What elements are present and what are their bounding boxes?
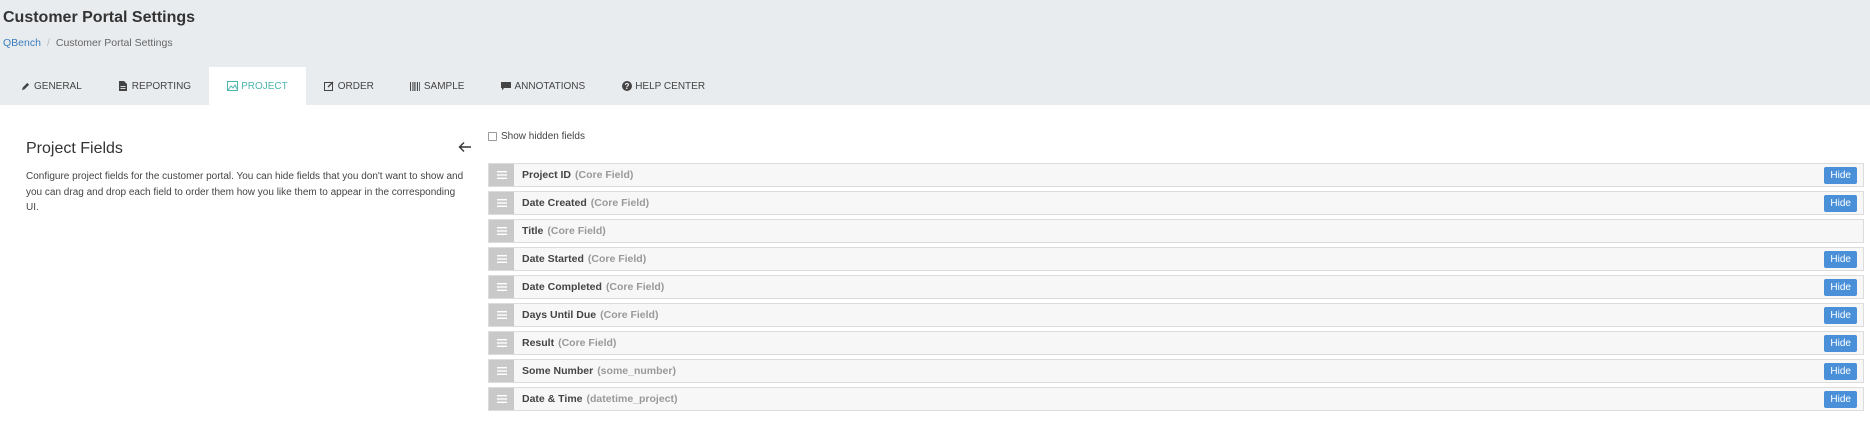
tab-project[interactable]: PROJECT bbox=[209, 67, 306, 105]
project-icon bbox=[227, 81, 239, 92]
tab-label: REPORTING bbox=[131, 80, 192, 92]
field-name: Date & Time bbox=[522, 393, 583, 405]
field-row[interactable]: Date & Time (datetime_project) Hide bbox=[488, 387, 1864, 411]
drag-handle-icon[interactable] bbox=[489, 164, 514, 186]
breadcrumb-link-qbench[interactable]: QBench bbox=[3, 37, 41, 49]
field-type: (Core Field) bbox=[558, 337, 617, 349]
page-header: Customer Portal Settings QBench / Customer… bbox=[0, 0, 1870, 105]
field-settings: Show hidden fields Project ID (Core Fiel… bbox=[488, 129, 1864, 411]
section-description: Configure project fields for the custome… bbox=[26, 171, 464, 213]
tab-sample[interactable]: SAMPLE bbox=[392, 67, 483, 105]
svg-text:?: ? bbox=[624, 82, 629, 91]
hide-button[interactable]: Hide bbox=[1824, 167, 1857, 184]
section-info: Project Fields Configure project fields … bbox=[26, 140, 466, 216]
tab-label: ORDER bbox=[337, 80, 374, 92]
field-row[interactable]: Days Until Due (Core Field) Hide bbox=[488, 303, 1864, 327]
field-name: Title bbox=[522, 225, 544, 237]
field-name: Result bbox=[522, 337, 555, 349]
field-row[interactable]: Title (Core Field) bbox=[488, 219, 1864, 243]
hide-button[interactable]: Hide bbox=[1824, 279, 1857, 296]
field-type: (Core Field) bbox=[575, 169, 634, 181]
field-name: Project ID bbox=[522, 169, 572, 181]
field-type: (Core Field) bbox=[600, 309, 659, 321]
comment-icon bbox=[500, 81, 511, 92]
field-row[interactable]: Date Started (Core Field) Hide bbox=[488, 247, 1864, 271]
tab-label: HELP CENTER bbox=[635, 80, 706, 92]
breadcrumb-separator: / bbox=[46, 37, 50, 49]
tab-general[interactable]: GENERAL bbox=[2, 67, 100, 105]
breadcrumb-current: Customer Portal Settings bbox=[55, 37, 173, 49]
breadcrumb: QBench / Customer Portal Settings bbox=[3, 37, 173, 49]
question-icon: ? bbox=[621, 81, 632, 92]
section-title: Project Fields bbox=[26, 140, 123, 157]
field-row[interactable]: Date Created (Core Field) Hide bbox=[488, 191, 1864, 215]
field-name: Days Until Due bbox=[522, 309, 597, 321]
drag-handle-icon[interactable] bbox=[489, 220, 514, 242]
hide-button[interactable]: Hide bbox=[1824, 335, 1857, 352]
field-row[interactable]: Some Number (some_number) Hide bbox=[488, 359, 1864, 383]
field-name: Date Completed bbox=[522, 281, 602, 293]
drag-handle-icon[interactable] bbox=[489, 304, 514, 326]
field-name: Date Created bbox=[522, 197, 587, 209]
field-list: Project ID (Core Field) Hide Date Create… bbox=[488, 163, 1864, 415]
document-icon bbox=[118, 81, 129, 92]
edit-icon bbox=[324, 81, 335, 92]
show-hidden-fields-label: Show hidden fields bbox=[501, 130, 585, 142]
field-row[interactable]: Result (Core Field) Hide bbox=[488, 331, 1864, 355]
drag-handle-icon[interactable] bbox=[489, 388, 514, 410]
drag-handle-icon[interactable] bbox=[489, 192, 514, 214]
field-type: (datetime_project) bbox=[586, 393, 678, 405]
tab-label: ANNOTATIONS bbox=[514, 80, 586, 92]
field-name: Some Number bbox=[522, 365, 594, 377]
page-title: Customer Portal Settings bbox=[3, 9, 196, 26]
hide-button[interactable]: Hide bbox=[1824, 307, 1857, 324]
field-name: Date Started bbox=[522, 253, 584, 265]
tab-help-center[interactable]: ? HELP CENTER bbox=[603, 67, 723, 105]
hide-button[interactable]: Hide bbox=[1824, 195, 1857, 212]
tab-reporting[interactable]: REPORTING bbox=[100, 67, 209, 105]
field-type: (Core Field) bbox=[587, 253, 647, 265]
tab-order[interactable]: ORDER bbox=[306, 67, 392, 105]
show-hidden-fields-checkbox[interactable] bbox=[488, 131, 497, 141]
barcode-icon bbox=[410, 81, 421, 92]
drag-handle-icon[interactable] bbox=[489, 276, 514, 298]
field-type: (Core Field) bbox=[590, 197, 650, 209]
drag-handle-icon[interactable] bbox=[489, 360, 514, 382]
field-type: (some_number) bbox=[597, 365, 676, 377]
back-arrow-icon[interactable] bbox=[457, 139, 473, 155]
tab-label: GENERAL bbox=[34, 80, 82, 92]
field-row[interactable]: Project ID (Core Field) Hide bbox=[488, 163, 1864, 187]
drag-handle-icon[interactable] bbox=[489, 332, 514, 354]
tab-bar: GENERAL REPORTING PROJECT ORDER SAMPLE A… bbox=[2, 67, 723, 105]
hide-button[interactable]: Hide bbox=[1824, 391, 1857, 408]
tab-label: SAMPLE bbox=[423, 80, 465, 92]
field-row[interactable]: Date Completed (Core Field) Hide bbox=[488, 275, 1864, 299]
field-type: (Core Field) bbox=[605, 281, 665, 293]
drag-handle-icon[interactable] bbox=[489, 248, 514, 270]
show-hidden-fields-toggle[interactable]: Show hidden fields bbox=[488, 129, 1864, 143]
hide-button[interactable]: Hide bbox=[1824, 251, 1857, 268]
tab-label: PROJECT bbox=[241, 80, 288, 92]
field-type: (Core Field) bbox=[547, 225, 606, 237]
pencil-icon bbox=[20, 81, 31, 92]
hide-button[interactable]: Hide bbox=[1824, 363, 1857, 380]
tab-annotations[interactable]: ANNOTATIONS bbox=[482, 67, 603, 105]
